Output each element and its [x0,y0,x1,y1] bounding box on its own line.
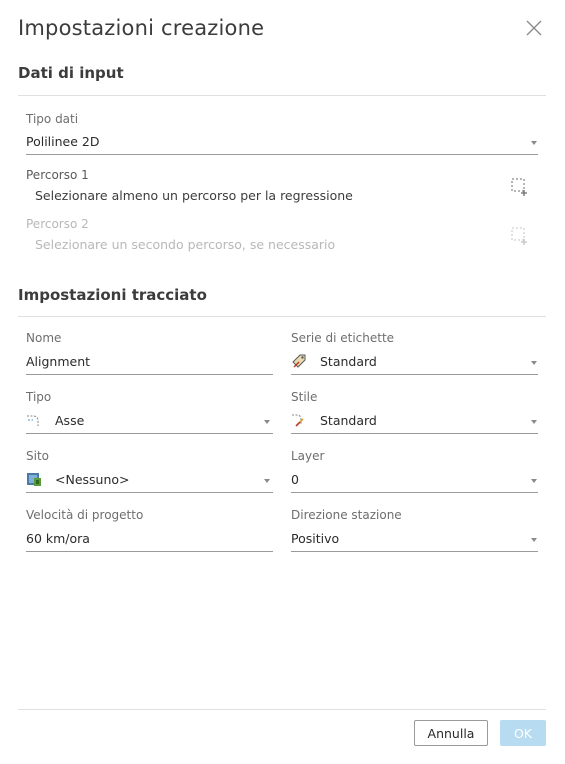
label-set-icon [292,354,306,368]
divider [18,316,546,317]
dialog-title: Impostazioni creazione [18,16,265,40]
path1-label: Percorso 1 [26,168,89,182]
site-value: <Nessuno> [55,472,130,487]
label-set-value: Standard [320,354,377,369]
divider [18,95,546,96]
data-type-label: Tipo dati [26,112,79,126]
layer-label: Layer [291,449,325,463]
footer-divider [18,709,546,710]
site-icon [27,473,41,486]
cancel-button[interactable]: Annulla [414,720,488,746]
layer-value: 0 [291,472,299,487]
field-underline [291,374,538,375]
field-underline [26,433,273,434]
chevron-down-icon [264,420,270,424]
design-speed-value: 60 km/ora [26,531,90,546]
type-value: Asse [55,413,85,428]
design-speed-label: Velocità di progetto [26,508,144,522]
site-label: Sito [26,449,49,463]
type-label: Tipo [26,390,52,404]
path1-description: Selezionare almeno un percorso per la re… [35,188,353,203]
style-label: Stile [291,390,318,404]
select-path-icon[interactable] [510,177,530,197]
style-value: Standard [320,413,377,428]
field-underline [26,492,273,493]
path2-description: Selezionare un secondo percorso, se nece… [35,237,336,252]
path2-label: Percorso 2 [26,217,89,231]
name-value: Alignment [26,354,91,369]
input-section-heading: Dati di input [18,64,124,82]
field-underline [291,551,538,552]
alignment-style-icon [292,414,304,427]
field-underline [291,433,538,434]
field-underline [26,374,273,375]
chevron-down-icon [531,538,537,542]
ok-button[interactable]: OK [500,720,546,746]
chevron-down-icon [264,479,270,483]
chevron-down-icon [531,141,537,145]
chevron-down-icon [531,479,537,483]
field-underline [26,551,273,552]
chevron-down-icon [531,361,537,365]
label-set-label: Serie di etichette [291,331,395,345]
field-underline [291,492,538,493]
select-path-icon [511,227,527,245]
name-label: Nome [26,331,62,345]
station-direction-label: Direzione stazione [291,508,402,522]
close-icon[interactable] [524,18,544,38]
data-type-value: Polilinee 2D [26,134,100,149]
alignment-section-heading: Impostazioni tracciato [18,286,207,304]
centerline-icon [27,415,39,426]
station-direction-value: Positivo [291,531,340,546]
field-underline [26,154,538,155]
chevron-down-icon [531,420,537,424]
